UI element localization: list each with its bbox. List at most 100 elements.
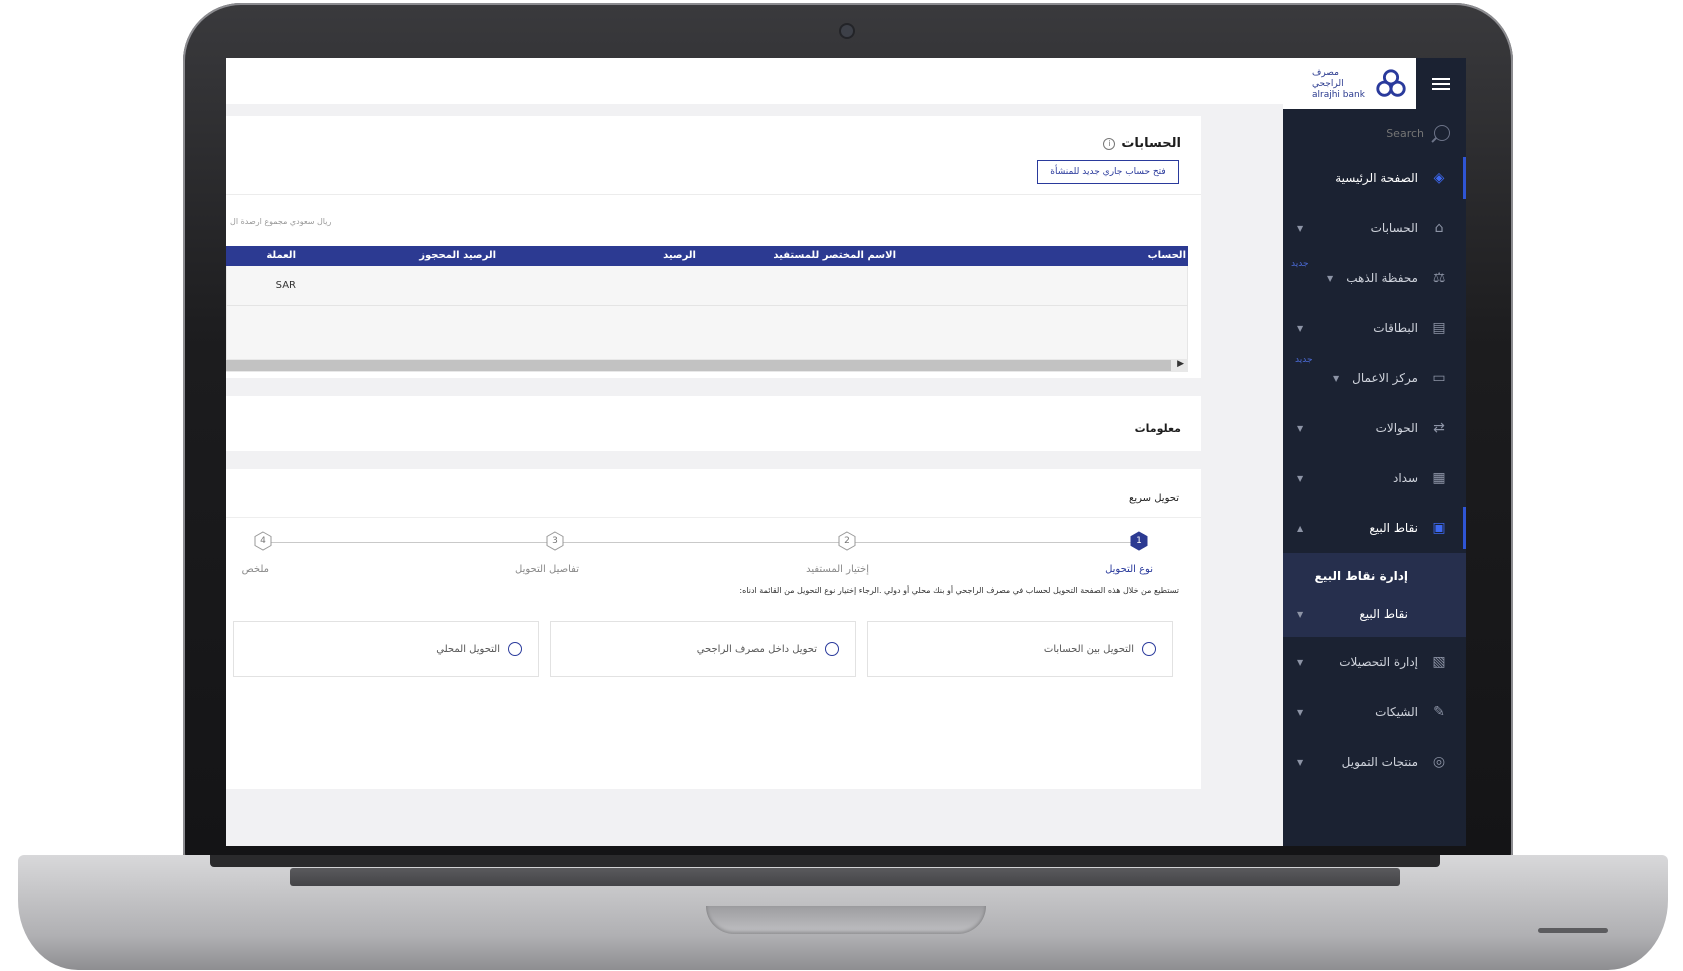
sidebar-item-sadad[interactable]: ▦ سداد ▼ bbox=[1283, 453, 1466, 503]
sidebar-search[interactable] bbox=[1300, 120, 1450, 146]
bank-logo[interactable]: مصرف الراجحي alrajhi bank bbox=[1312, 64, 1408, 104]
option-local-transfer[interactable]: التحويل المحلي bbox=[233, 621, 539, 677]
sidebar-item-finance-products[interactable]: ◎ منتجات التمويل ▼ bbox=[1283, 737, 1466, 787]
caret-down-icon: ▼ bbox=[1297, 424, 1304, 433]
sidebar-item-business-center[interactable]: ▭ مركز الاعمال ▼ جديد bbox=[1283, 353, 1466, 403]
sidebar-item-collections[interactable]: ▧ إدارة التحصيلات ▼ bbox=[1283, 637, 1466, 687]
sidebar-nav: ◈ الصفحة الرئيسية ⌂ الحسابات ▼ ⚖ محفظة ا… bbox=[1283, 153, 1466, 787]
caret-up-icon: ▲ bbox=[1297, 524, 1304, 533]
caret-down-icon: ▼ bbox=[1333, 374, 1340, 383]
caret-down-icon: ▼ bbox=[1297, 658, 1304, 667]
quick-transfer-card: تحويل سريع 1 2 3 4 نوع التحويل إختيار ال… bbox=[226, 469, 1201, 789]
sidebar-item-gold-wallet[interactable]: ⚖ محفظة الذهب ▼ جديد bbox=[1283, 253, 1466, 303]
submenu-label: إدارة نقاط البيع bbox=[1314, 569, 1408, 583]
menu-toggle-button[interactable] bbox=[1416, 58, 1466, 109]
pos-submenu: إدارة نقاط البيع نقاط البيع ▼ bbox=[1283, 553, 1466, 637]
column-account[interactable]: الحساب bbox=[1148, 250, 1186, 261]
table-row[interactable]: SAR bbox=[226, 266, 1188, 306]
sidebar-item-label: الشيكات bbox=[1375, 705, 1418, 719]
scroll-right-icon[interactable]: ▶ bbox=[1177, 359, 1184, 369]
column-reserved-balance[interactable]: الرصيد المحجوز bbox=[419, 250, 496, 261]
caret-down-icon: ▼ bbox=[1297, 474, 1304, 483]
submenu-label: نقاط البيع bbox=[1359, 607, 1408, 621]
option-within-alrajhi[interactable]: تحويل داخل مصرف الراجحي bbox=[550, 621, 856, 677]
sadad-icon: ▦ bbox=[1432, 470, 1446, 486]
brand-bar: مصرف الراجحي alrajhi bank bbox=[1283, 58, 1466, 109]
keyboard-edge bbox=[290, 868, 1400, 886]
submenu-pos[interactable]: نقاط البيع ▼ bbox=[1283, 595, 1466, 633]
step-3-marker[interactable]: 3 bbox=[546, 531, 564, 551]
caret-down-icon: ▼ bbox=[1327, 274, 1334, 283]
accounts-card: الحسابات i فتح حساب جاري جديد للمنشأة ري… bbox=[226, 116, 1201, 378]
top-header bbox=[226, 58, 1283, 104]
info-icon[interactable]: i bbox=[1103, 137, 1116, 150]
opening-notch bbox=[706, 906, 986, 934]
sidebar-item-label: الحوالات bbox=[1375, 421, 1418, 435]
horizontal-scrollbar[interactable]: ▶ bbox=[226, 359, 1188, 372]
info-title: معلومات bbox=[1134, 422, 1181, 435]
finance-icon: ◎ bbox=[1432, 754, 1446, 770]
sidebar-item-accounts[interactable]: ⌂ الحسابات ▼ bbox=[1283, 203, 1466, 253]
step-number: 4 bbox=[260, 536, 266, 546]
radio-button[interactable] bbox=[825, 642, 839, 656]
screen: مصرف الراجحي alrajhi bank ◈ ال bbox=[226, 58, 1466, 846]
column-currency[interactable]: العملة bbox=[266, 250, 296, 261]
step-4-label: ملخص bbox=[241, 564, 269, 575]
logo-text: مصرف الراجحي alrajhi bank bbox=[1312, 68, 1370, 101]
caret-down-icon: ▼ bbox=[1297, 324, 1304, 333]
gold-icon: ⚖ bbox=[1432, 270, 1446, 286]
new-badge: جديد bbox=[1295, 355, 1313, 365]
search-icon[interactable] bbox=[1434, 125, 1450, 141]
divider bbox=[226, 194, 1201, 195]
caret-down-icon: ▼ bbox=[1297, 224, 1304, 233]
column-beneficiary-short-name[interactable]: الاسم المختصر للمستفيد bbox=[773, 250, 896, 261]
sidebar-item-label: نقاط البيع bbox=[1369, 521, 1418, 535]
step-4-marker[interactable]: 4 bbox=[254, 531, 272, 551]
option-label: التحويل بين الحسابات bbox=[1043, 643, 1134, 655]
alrajhi-logo-icon bbox=[1376, 69, 1406, 97]
option-between-accounts[interactable]: التحويل بين الحسابات bbox=[867, 621, 1173, 677]
divider bbox=[226, 517, 1201, 518]
step-1-marker[interactable]: 1 bbox=[1130, 531, 1148, 551]
hamburger-icon bbox=[1432, 82, 1450, 85]
sidebar-item-label: منتجات التمويل bbox=[1341, 755, 1418, 769]
radio-button[interactable] bbox=[1142, 642, 1156, 656]
pos-icon: ▣ bbox=[1432, 520, 1446, 536]
sidebar-item-cheques[interactable]: ✎ الشيكات ▼ bbox=[1283, 687, 1466, 737]
radio-button[interactable] bbox=[508, 642, 522, 656]
caret-down-icon: ▼ bbox=[1297, 708, 1304, 717]
main-content: الحسابات i فتح حساب جاري جديد للمنشأة ري… bbox=[226, 104, 1283, 846]
open-current-account-button[interactable]: فتح حساب جاري جديد للمنشأة bbox=[1037, 160, 1179, 184]
new-badge: جديد bbox=[1291, 259, 1309, 269]
sidebar-item-home[interactable]: ◈ الصفحة الرئيسية bbox=[1283, 153, 1466, 203]
laptop-hinge bbox=[210, 855, 1440, 867]
cell-currency: SAR bbox=[275, 280, 296, 291]
step-1-label: نوع التحويل bbox=[1105, 564, 1153, 575]
caret-down-icon: ▼ bbox=[1297, 610, 1304, 619]
cheque-icon: ✎ bbox=[1433, 704, 1445, 720]
submenu-pos-management[interactable]: إدارة نقاط البيع bbox=[1283, 557, 1466, 595]
option-label: تحويل داخل مصرف الراجحي bbox=[696, 643, 817, 655]
accounts-title: الحسابات i bbox=[1103, 136, 1181, 151]
step-2-marker[interactable]: 2 bbox=[838, 531, 856, 551]
sidebar-item-cards[interactable]: ▤ البطاقات ▼ bbox=[1283, 303, 1466, 353]
info-card: معلومات bbox=[226, 396, 1201, 451]
search-input[interactable] bbox=[1344, 126, 1424, 140]
bank-icon: ⌂ bbox=[1434, 220, 1444, 236]
column-balance[interactable]: الرصيد bbox=[663, 250, 696, 261]
scrollbar-thumb[interactable] bbox=[226, 360, 1171, 371]
logo-text-ar: مصرف الراجحي bbox=[1312, 67, 1344, 89]
card-icon: ▭ bbox=[1432, 370, 1446, 386]
accounts-table-header: الحساب الاسم المختصر للمستفيد الرصيد الر… bbox=[226, 246, 1188, 266]
step-number: 3 bbox=[552, 536, 558, 546]
caret-down-icon: ▼ bbox=[1297, 758, 1304, 767]
sidebar-item-label: الصفحة الرئيسية bbox=[1335, 171, 1418, 185]
sidebar-item-label: مركز الاعمال bbox=[1352, 371, 1418, 385]
cards-icon: ▤ bbox=[1432, 320, 1446, 336]
accounts-title-text: الحسابات bbox=[1121, 136, 1181, 151]
logo-text-en: alrajhi bank bbox=[1312, 89, 1365, 100]
stepper-track bbox=[262, 542, 1138, 543]
sidebar-item-transfers[interactable]: ⇄ الحوالات ▼ bbox=[1283, 403, 1466, 453]
quick-transfer-title: تحويل سريع bbox=[1129, 493, 1179, 504]
sidebar-item-pos[interactable]: ▣ نقاط البيع ▲ bbox=[1283, 503, 1466, 553]
